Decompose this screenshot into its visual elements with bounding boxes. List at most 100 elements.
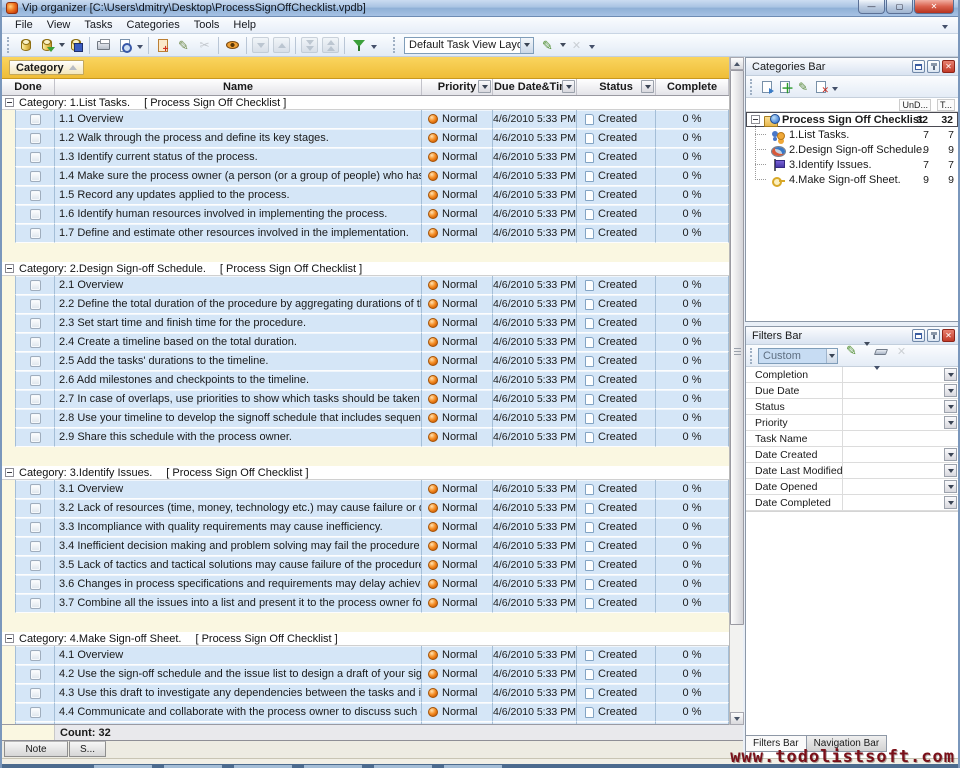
collapse-group-icon[interactable] [5,264,14,273]
move-up-icon[interactable] [272,36,291,55]
filter-preset-dropdown[interactable] [826,349,837,363]
column-filter-dropdown[interactable] [641,80,654,93]
delete-layout-icon[interactable]: ✕ [567,36,586,55]
menu-view[interactable]: View [40,18,78,32]
filter-value-field[interactable] [843,495,958,510]
bottom-tab-note[interactable]: Note [4,741,68,757]
tree-category-item[interactable]: 4.Make Sign-off Sheet. 9 9 [746,172,958,187]
filter-dropdown[interactable] [944,496,957,509]
filter-value-field[interactable] [843,367,958,382]
add-subcategory-icon[interactable]: ＋ [776,78,794,95]
task-row[interactable]: 2.2 Define the total duration of the pro… [2,295,743,314]
menu-tasks[interactable]: Tasks [77,18,119,32]
panel-restore-button[interactable] [912,60,925,73]
filter-value-field[interactable] [843,383,958,398]
save-database-icon[interactable] [66,36,85,55]
done-checkbox[interactable] [30,375,41,386]
scrollbar-thumb[interactable] [730,70,744,625]
task-row[interactable]: 3.4 Inefficient decision making and prob… [2,537,743,556]
task-row[interactable]: 2.7 In case of overlaps, use priorities … [2,390,743,409]
close-button[interactable]: ✕ [914,0,954,14]
group-row[interactable]: Category: 2.Design Sign-off Schedule. [ … [2,262,743,276]
group-by-category-chip[interactable]: Category [9,60,84,75]
done-checkbox[interactable] [30,280,41,291]
task-row[interactable]: 4.3 Use this draft to investigate any de… [2,684,743,703]
filter-icon[interactable] [349,36,368,55]
new-task-icon[interactable] [153,36,172,55]
panel-restore-button[interactable] [912,329,925,342]
task-row[interactable]: 2.9 Share this schedule with the process… [2,428,743,447]
done-checkbox[interactable] [30,356,41,367]
move-down-icon[interactable] [251,36,270,55]
done-checkbox[interactable] [30,318,41,329]
done-checkbox[interactable] [30,152,41,163]
done-checkbox[interactable] [30,299,41,310]
move-to-top-icon[interactable] [321,36,340,55]
filter-value-field[interactable] [843,431,958,446]
filter-value-field[interactable] [843,415,958,430]
task-row[interactable]: 2.1 Overview Normal 4/6/2010 5:33 PM Cre… [2,276,743,295]
edit-category-icon[interactable]: ✎ [794,78,812,95]
done-checkbox[interactable] [30,114,41,125]
done-checkbox[interactable] [30,560,41,571]
done-checkbox[interactable] [30,707,41,718]
tree-category-item[interactable]: 3.Identify Issues. 7 7 [746,157,958,172]
column-filter-dropdown[interactable] [562,80,575,93]
toolbar-overflow-icon[interactable] [832,87,838,91]
panel-pin-button[interactable] [927,329,940,342]
done-checkbox[interactable] [30,432,41,443]
bottom-tab-more[interactable]: S... [69,741,106,757]
done-checkbox[interactable] [30,133,41,144]
done-checkbox[interactable] [30,171,41,182]
task-row[interactable]: 4.1 Overview Normal 4/6/2010 5:33 PM Cre… [2,646,743,665]
group-row[interactable]: Category: 4.Make Sign-off Sheet. [ Proce… [2,632,743,646]
panel-close-button[interactable]: ✕ [942,329,955,342]
done-checkbox[interactable] [30,190,41,201]
collapse-group-icon[interactable] [5,468,14,477]
tree-category-item[interactable]: 2.Design Sign-off Schedule. 9 9 [746,142,958,157]
task-row[interactable]: 1.4 Make sure the process owner (a perso… [2,167,743,186]
tree-col-undone[interactable]: UnD... [899,99,931,111]
group-row[interactable]: Category: 3.Identify Issues. [ Process S… [2,466,743,480]
done-checkbox[interactable] [30,503,41,514]
track-task-icon[interactable] [223,36,242,55]
open-database-icon[interactable] [37,36,56,55]
collapse-group-icon[interactable] [5,98,14,107]
column-header-status[interactable]: Status [577,79,656,95]
move-to-bottom-icon[interactable] [300,36,319,55]
menu-tools[interactable]: Tools [187,18,227,32]
task-row[interactable]: 4.2 Use the sign-off schedule and the is… [2,665,743,684]
task-row[interactable]: 4.4 Communicate and collaborate with the… [2,703,743,722]
task-row[interactable]: 1.7 Define and estimate other resources … [2,224,743,243]
filter-value-field[interactable] [843,447,958,462]
apply-filter-dropdown-icon[interactable] [864,342,870,358]
tree-category-item[interactable]: 1.List Tasks. 7 7 [746,127,958,142]
scroll-up-button[interactable] [730,57,744,70]
filter-dropdown[interactable] [944,480,957,493]
apply-layout-dropdown-icon[interactable] [560,43,566,47]
open-database-dropdown-icon[interactable] [59,43,65,47]
filter-dropdown[interactable] [944,416,957,429]
task-row[interactable]: 2.3 Set start time and finish time for t… [2,314,743,333]
erase-filter-icon[interactable] [871,343,890,362]
scroll-down-button[interactable] [730,712,744,725]
vertical-scrollbar[interactable] [729,57,743,725]
task-row[interactable]: 2.4 Create a timeline based on the total… [2,333,743,352]
task-row[interactable]: 1.5 Record any updates applied to the pr… [2,186,743,205]
panel-close-button[interactable]: ✕ [942,60,955,73]
task-row[interactable]: 2.6 Add milestones and checkpoints to th… [2,371,743,390]
task-row[interactable]: 1.6 Identify human resources involved in… [2,205,743,224]
done-checkbox[interactable] [30,413,41,424]
tree-col-total[interactable]: T... [937,99,955,111]
minimize-button[interactable]: — [858,0,885,14]
delete-filter-icon[interactable]: ✕ [892,342,911,361]
done-checkbox[interactable] [30,579,41,590]
menu-help[interactable]: Help [226,18,263,32]
menu-file[interactable]: File [8,18,40,32]
filter-dropdown[interactable] [944,464,957,477]
task-row[interactable]: 3.3 Incompliance with quality requiremen… [2,518,743,537]
filter-dropdown[interactable] [944,384,957,397]
done-checkbox[interactable] [30,394,41,405]
panel-pin-button[interactable] [927,60,940,73]
filter-preset-combo[interactable]: Custom [758,348,838,364]
